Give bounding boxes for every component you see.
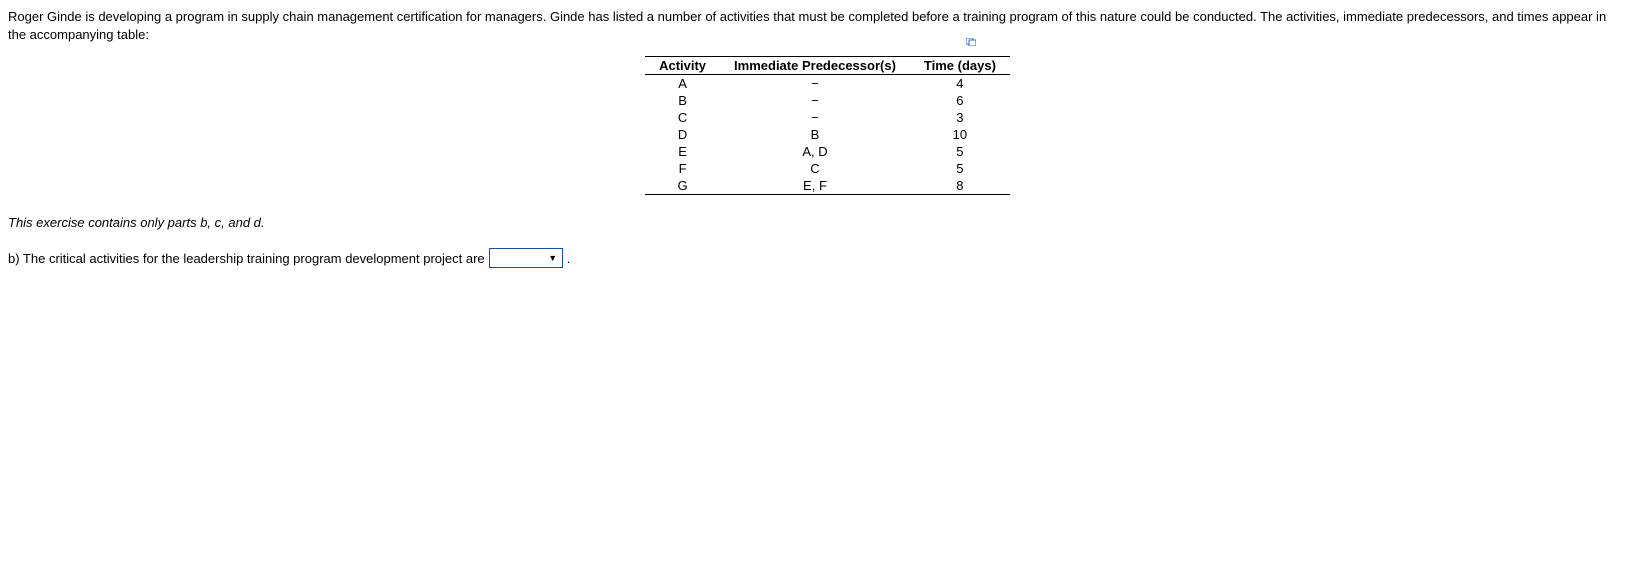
cell-time: 3 — [910, 109, 1010, 126]
table-header-row: Activity Immediate Predecessor(s) Time (… — [645, 57, 1010, 75]
cell-time: 5 — [910, 143, 1010, 160]
parts-note: This exercise contains only parts b, c, … — [8, 215, 1627, 230]
activity-table: Activity Immediate Predecessor(s) Time (… — [645, 56, 1010, 195]
header-activity: Activity — [645, 57, 720, 75]
cell-time: 5 — [910, 160, 1010, 177]
cell-activity: F — [645, 160, 720, 177]
cell-activity: D — [645, 126, 720, 143]
header-predecessors: Immediate Predecessor(s) — [720, 57, 910, 75]
critical-activities-select[interactable]: ▼ — [489, 248, 563, 268]
table-row: D B 10 — [645, 126, 1010, 143]
table-row: C − 3 — [645, 109, 1010, 126]
header-time: Time (days) — [910, 57, 1010, 75]
table-row: E A, D 5 — [645, 143, 1010, 160]
table-row: G E, F 8 — [645, 177, 1010, 195]
expand-icon[interactable] — [966, 38, 976, 46]
cell-time: 4 — [910, 75, 1010, 93]
cell-time: 10 — [910, 126, 1010, 143]
cell-activity: B — [645, 92, 720, 109]
cell-predecessors: C — [720, 160, 910, 177]
cell-predecessors: B — [720, 126, 910, 143]
cell-activity: A — [645, 75, 720, 93]
problem-statement: Roger Ginde is developing a program in s… — [8, 8, 1627, 44]
question-b-suffix: . — [567, 251, 571, 266]
cell-predecessors: − — [720, 109, 910, 126]
cell-time: 6 — [910, 92, 1010, 109]
cell-activity: G — [645, 177, 720, 195]
chevron-down-icon: ▼ — [546, 251, 560, 265]
cell-predecessors: − — [720, 75, 910, 93]
cell-predecessors: A, D — [720, 143, 910, 160]
table-row: B − 6 — [645, 92, 1010, 109]
cell-predecessors: E, F — [720, 177, 910, 195]
cell-predecessors: − — [720, 92, 910, 109]
table-row: A − 4 — [645, 75, 1010, 93]
cell-activity: E — [645, 143, 720, 160]
table-row: F C 5 — [645, 160, 1010, 177]
activity-table-container: Activity Immediate Predecessor(s) Time (… — [8, 56, 1627, 195]
question-b: b) The critical activities for the leade… — [8, 248, 1627, 268]
cell-time: 8 — [910, 177, 1010, 195]
cell-activity: C — [645, 109, 720, 126]
question-b-text: b) The critical activities for the leade… — [8, 251, 485, 266]
